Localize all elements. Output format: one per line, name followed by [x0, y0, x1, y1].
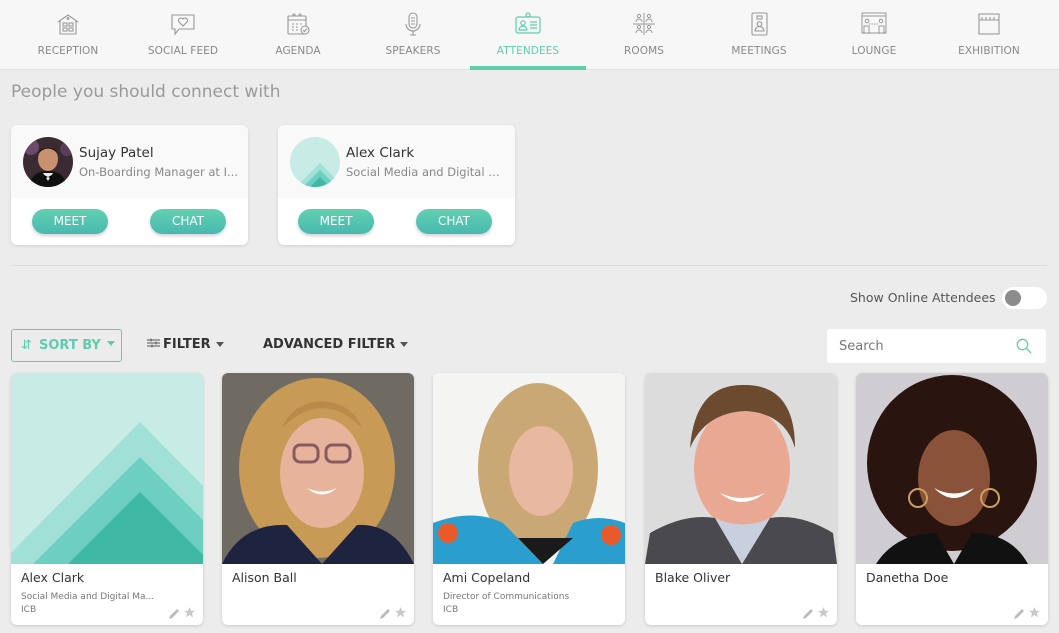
calendar-check-icon: [285, 12, 311, 36]
show-online-toggle[interactable]: [1002, 287, 1047, 309]
search-icon[interactable]: [1016, 338, 1032, 354]
search-input[interactable]: [827, 329, 1007, 363]
pencil-icon[interactable]: [168, 605, 180, 619]
pencil-icon[interactable]: [802, 605, 814, 619]
star-icon[interactable]: [183, 604, 196, 618]
nav-label: SPEAKERS: [385, 45, 441, 57]
suggestion-title: On-Boarding Manager at I...: [79, 165, 238, 179]
nav-label: AGENDA: [275, 45, 321, 57]
attendee-photo: [856, 373, 1048, 564]
chat-button[interactable]: CHAT: [150, 209, 226, 234]
suggestion-name[interactable]: Alex Clark: [346, 145, 414, 161]
sort-by-button[interactable]: ⇵ SORT BY: [11, 329, 122, 362]
advanced-filter-label: ADVANCED FILTER: [263, 337, 396, 352]
pencil-icon[interactable]: [1013, 605, 1025, 619]
building-icon: [55, 12, 81, 36]
nav-tab-exhibition[interactable]: EXHIBITION: [931, 0, 1047, 70]
meet-button[interactable]: MEET: [298, 209, 374, 234]
chat-heart-icon: [170, 12, 196, 36]
attendee-org: ICB: [21, 605, 37, 615]
show-online-label: Show Online Attendees: [850, 290, 996, 305]
attendee-role: Social Media and Digital Ma...: [21, 592, 155, 602]
toggle-knob: [1005, 290, 1021, 306]
caret-down-icon: [400, 342, 409, 347]
divider: [11, 265, 1047, 266]
active-tab-indicator: [470, 66, 586, 70]
suggestion-card: Alex Clark Social Media and Digital M...…: [278, 125, 515, 245]
attendee-name: Alex Clark: [21, 570, 85, 585]
caret-down-icon: [107, 341, 115, 346]
advanced-filter-button[interactable]: ADVANCED FILTER: [263, 337, 409, 352]
caret-down-icon: [215, 342, 224, 347]
video-person-icon: [746, 12, 772, 36]
attendee-role: Director of Communications: [443, 592, 570, 602]
attendee-card[interactable]: Blake Oliver: [645, 373, 837, 625]
nav-label: MEETINGS: [731, 45, 787, 57]
nav-label: RECEPTION: [37, 45, 99, 57]
chat-button[interactable]: CHAT: [416, 209, 492, 234]
top-navigation: RECEPTION SOCIAL FEED AGENDA SPEAKERS AT…: [0, 0, 1059, 70]
attendee-name: Blake Oliver: [655, 570, 731, 585]
avatar-placeholder[interactable]: [290, 137, 340, 187]
nav-tab-speakers[interactable]: SPEAKERS: [355, 0, 471, 70]
suggestion-card: Sujay Patel On-Boarding Manager at I... …: [11, 125, 248, 245]
nav-tab-rooms[interactable]: ROOMS: [586, 0, 702, 70]
meet-button[interactable]: MEET: [32, 209, 108, 234]
lounge-table-icon: [861, 12, 887, 36]
attendee-card[interactable]: Ami Copeland Director of Communications …: [433, 373, 625, 625]
star-icon[interactable]: [394, 604, 407, 618]
nav-tab-lounge[interactable]: LOUNGE: [816, 0, 932, 70]
nav-label: ATTENDEES: [496, 45, 560, 57]
attendee-card[interactable]: Danetha Doe: [856, 373, 1048, 625]
sliders-icon: [147, 337, 160, 352]
nav-label: ROOMS: [623, 45, 665, 57]
attendee-photo: [222, 373, 414, 564]
star-icon[interactable]: [817, 604, 830, 618]
nav-tab-reception[interactable]: RECEPTION: [10, 0, 126, 70]
pencil-icon[interactable]: [379, 605, 391, 619]
filter-button[interactable]: FILTER: [147, 337, 224, 352]
attendee-card[interactable]: Alison Ball: [222, 373, 414, 625]
avatar[interactable]: [23, 137, 73, 187]
attendee-name: Ami Copeland: [443, 570, 531, 585]
rooms-grid-icon: [631, 12, 657, 36]
attendee-name: Alison Ball: [232, 570, 297, 585]
attendee-photo: [645, 373, 837, 564]
nav-label: LOUNGE: [851, 45, 897, 57]
nav-tab-agenda[interactable]: AGENDA: [240, 0, 356, 70]
id-badge-icon: [515, 12, 541, 36]
star-icon[interactable]: [1028, 604, 1041, 618]
attendee-photo: [433, 373, 625, 564]
suggestion-title: Social Media and Digital M...: [346, 165, 506, 179]
section-title: People you should connect with: [11, 82, 281, 102]
microphone-icon: [400, 12, 426, 36]
attendee-photo-placeholder: [11, 373, 203, 564]
sort-icon: ⇵: [21, 338, 32, 353]
nav-label: SOCIAL FEED: [147, 45, 219, 57]
nav-tab-attendees[interactable]: ATTENDEES: [470, 0, 586, 70]
nav-label: EXHIBITION: [958, 45, 1020, 57]
attendee-org: ICB: [443, 605, 459, 615]
sort-label: SORT BY: [39, 338, 101, 353]
attendee-name: Danetha Doe: [866, 570, 949, 585]
attendee-card[interactable]: Alex Clark Social Media and Digital Ma..…: [11, 373, 203, 625]
search-box: [827, 329, 1046, 363]
filter-label: FILTER: [163, 337, 211, 352]
nav-tab-meetings[interactable]: MEETINGS: [701, 0, 817, 70]
suggestion-name[interactable]: Sujay Patel: [79, 145, 154, 161]
booth-icon: [976, 12, 1002, 36]
nav-tab-social-feed[interactable]: SOCIAL FEED: [125, 0, 241, 70]
